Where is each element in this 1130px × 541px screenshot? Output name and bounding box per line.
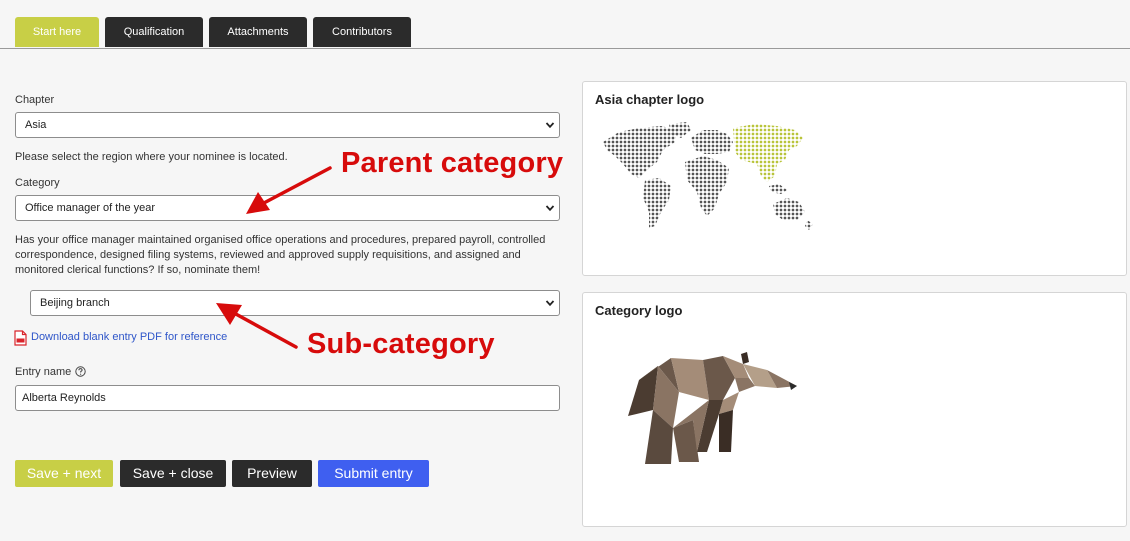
category-logo-panel: Category logo — [582, 292, 1127, 527]
category-help-line-2: correspondence, designed filing systems,… — [15, 249, 521, 261]
sub-arrow-icon — [216, 303, 298, 349]
chevron-down-icon — [545, 205, 555, 212]
subcategory-select-value: Beijing branch — [40, 297, 110, 309]
parent-category-annotation: Parent category — [341, 147, 564, 179]
category-help-line-3: monitored clerical functions? If so, nom… — [15, 264, 261, 276]
parent-arrow-icon — [246, 166, 332, 214]
tab-qualification[interactable]: Qualification — [105, 17, 203, 47]
category-label: Category — [15, 177, 60, 189]
category-logo-title: Category logo — [595, 303, 683, 318]
sub-category-annotation: Sub-category — [307, 328, 495, 360]
chapter-select[interactable]: Asia — [15, 112, 560, 138]
chapter-label: Chapter — [15, 94, 55, 106]
tab-start-here[interactable]: Start here — [15, 17, 99, 47]
chapter-logo-title: Asia chapter logo — [595, 92, 705, 107]
chapter-select-value: Asia — [25, 119, 47, 131]
tab-contributors[interactable]: Contributors — [313, 17, 411, 47]
download-pdf-link[interactable]: Download blank entry PDF for reference — [31, 331, 227, 343]
chevron-down-icon — [545, 300, 555, 307]
tab-attachments[interactable]: Attachments — [209, 17, 307, 47]
chevron-down-icon — [545, 122, 555, 129]
save-close-button[interactable]: Save + close — [120, 460, 226, 487]
chapter-logo-panel: Asia chapter logo — [582, 81, 1127, 276]
pdf-file-icon[interactable] — [14, 330, 27, 346]
entry-name-value: Alberta Reynolds — [22, 392, 106, 404]
world-map-logo — [603, 122, 813, 230]
category-select-value: Office manager of the year — [25, 202, 156, 214]
tab-bar: Start here Qualification Attachments Con… — [0, 0, 1130, 49]
save-next-button[interactable]: Save + next — [15, 460, 113, 487]
help-circle-icon[interactable] — [75, 366, 86, 377]
entry-name-input[interactable]: Alberta Reynolds — [15, 385, 560, 411]
bear-logo — [628, 352, 797, 464]
entry-name-label: Entry name — [15, 366, 72, 378]
category-help-line-1: Has your office manager maintained organ… — [15, 234, 546, 246]
submit-entry-button[interactable]: Submit entry — [318, 460, 429, 487]
preview-button[interactable]: Preview — [232, 460, 312, 487]
